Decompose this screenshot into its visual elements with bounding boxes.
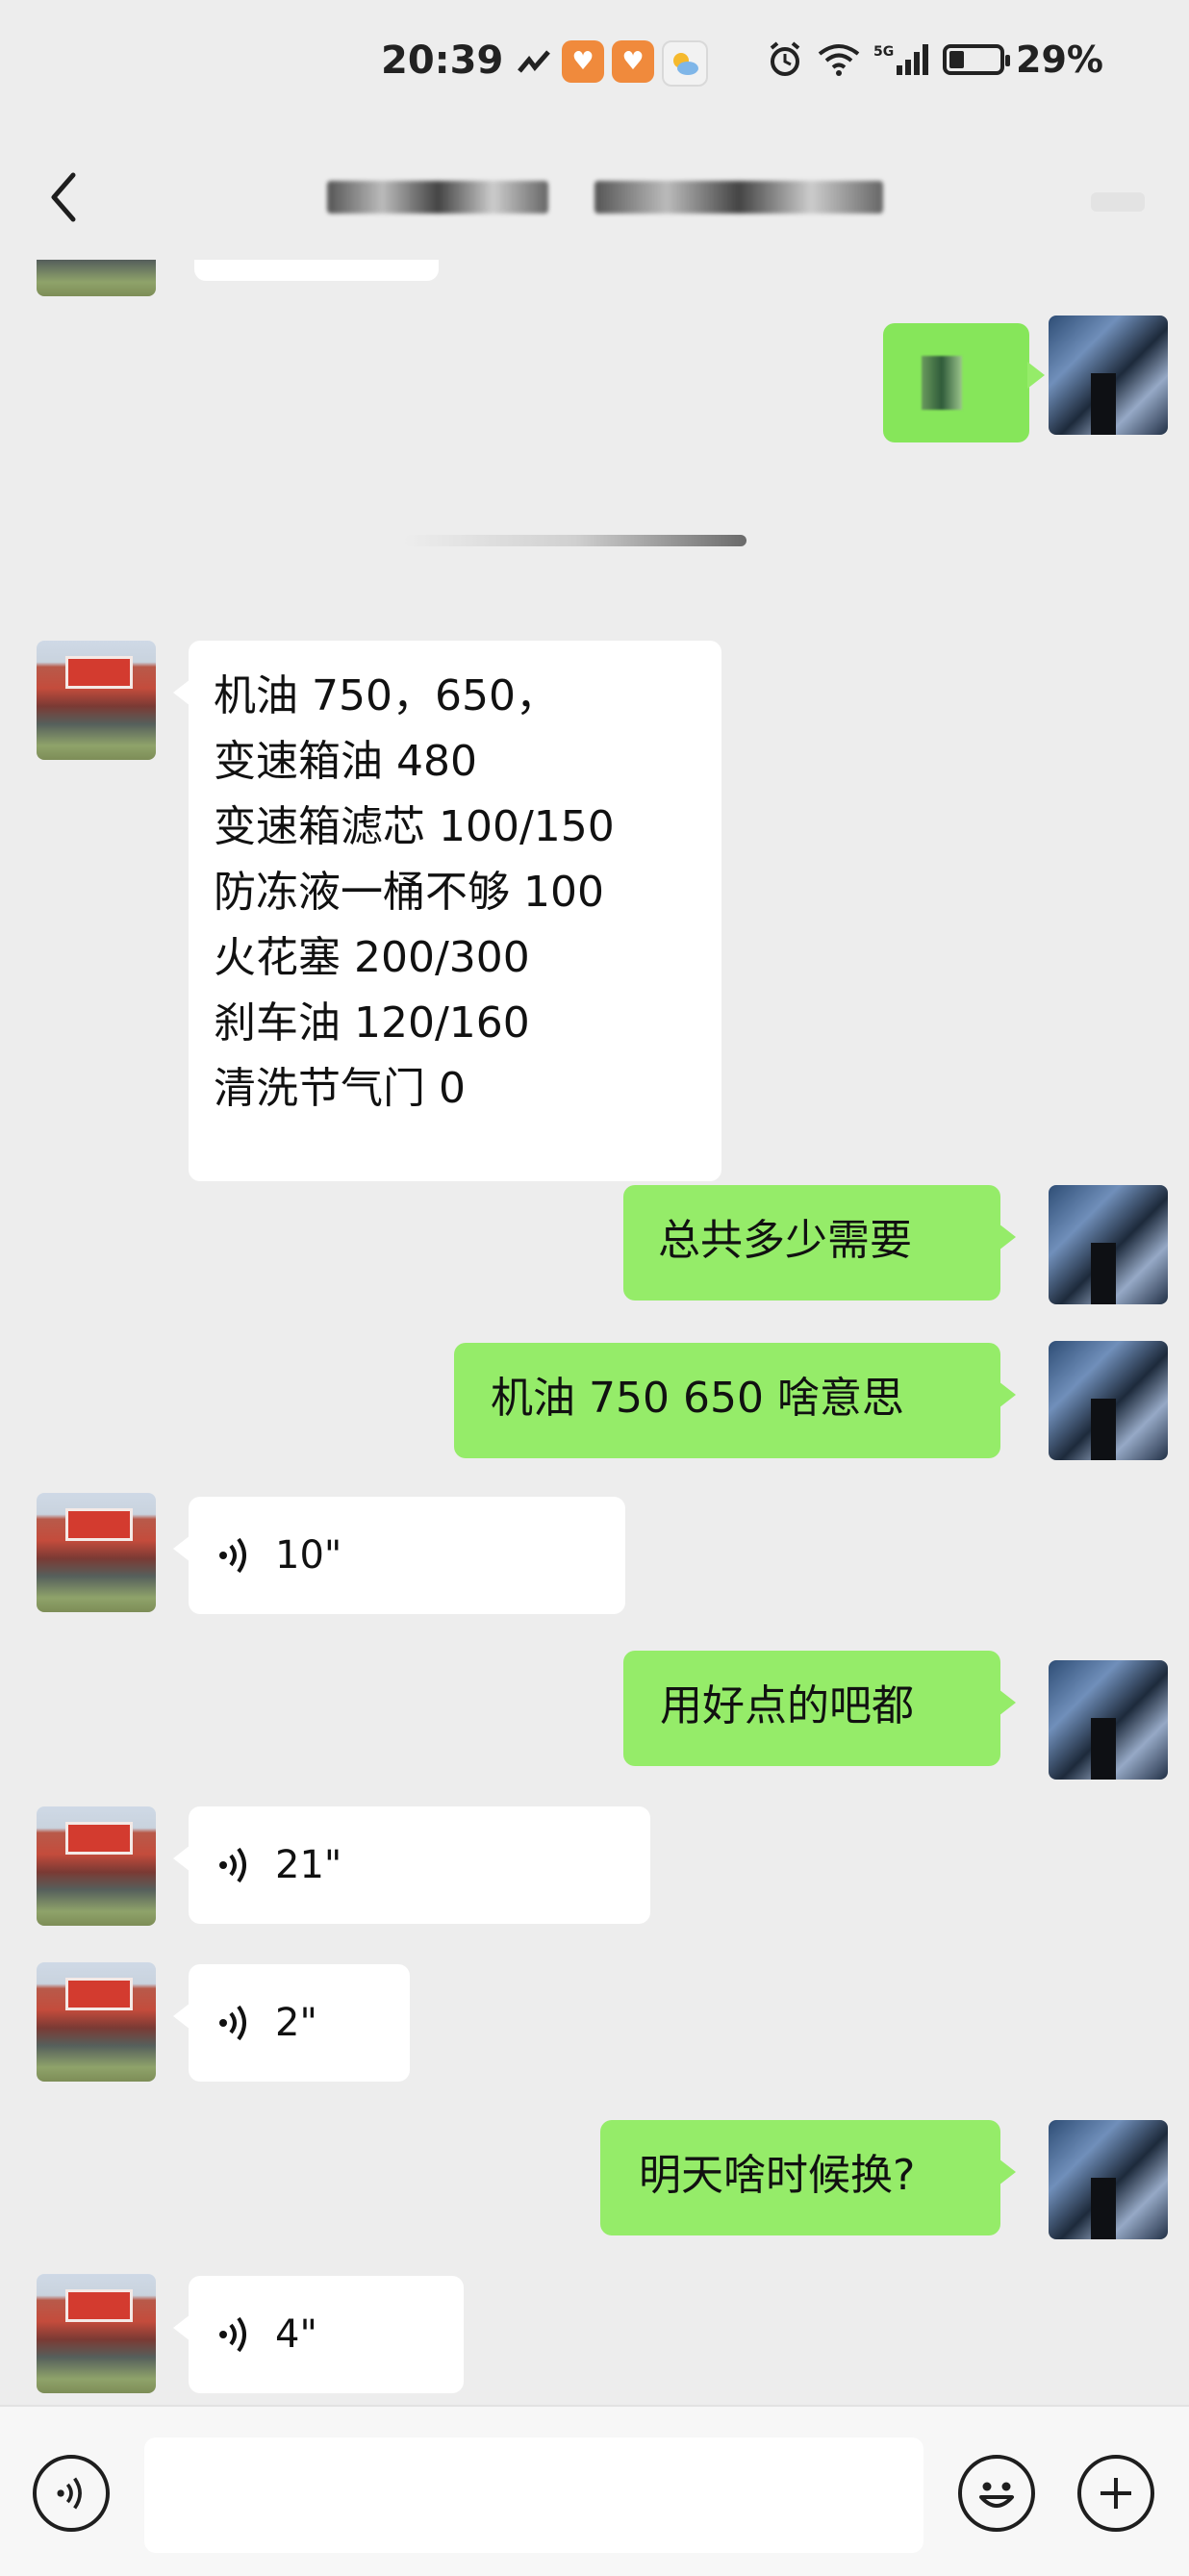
message-text: 机油 750 650 啥意思 <box>491 1374 904 1423</box>
voice-message[interactable]: 21" <box>173 1806 650 1924</box>
voice-duration: 2" <box>275 2001 317 2045</box>
voice-duration: 21" <box>275 1843 342 1887</box>
voice-message[interactable]: 10" <box>173 1497 625 1614</box>
status-bar: 20:39 ♥ ♥ 5G 29% <box>0 0 1189 135</box>
more-options-icon[interactable] <box>1091 192 1145 212</box>
message-bubble-redacted[interactable] <box>883 323 1045 442</box>
notification-icons: ♥ ♥ <box>516 40 708 87</box>
chat-title-redacted <box>327 173 885 223</box>
app-heart-icon: ♥ <box>612 40 654 83</box>
alarm-icon <box>766 40 804 79</box>
battery-percent: 29% <box>1016 38 1103 81</box>
avatar[interactable] <box>37 260 156 296</box>
avatar[interactable] <box>37 641 156 760</box>
avatar[interactable] <box>1049 1660 1168 1780</box>
chevron-left-icon[interactable] <box>37 164 94 231</box>
input-bar <box>0 2405 1189 2576</box>
message-text: 明天啥时候换? <box>639 2151 916 2200</box>
voice-message[interactable]: 2" <box>173 1964 410 2082</box>
weather-icon <box>662 40 708 87</box>
avatar[interactable] <box>37 1493 156 1612</box>
voice-icon <box>219 2005 246 2041</box>
message-bubble[interactable]: 总共多少需要 <box>623 1185 1016 1301</box>
avatar[interactable] <box>1049 2120 1168 2239</box>
voice-icon <box>57 2477 82 2510</box>
message-bubble[interactable] <box>194 260 439 281</box>
voice-icon <box>219 1847 246 1883</box>
message-text: 总共多少需要 <box>658 1216 912 1265</box>
message-bubble[interactable]: 机油 750，650， 变速箱油 480 变速箱滤芯 100/150 防冻液一桶… <box>173 641 721 1181</box>
message-bubble[interactable]: 用好点的吧都 <box>623 1651 1016 1766</box>
message-text: 用好点的吧都 <box>660 1681 914 1730</box>
chat-header <box>0 135 1189 260</box>
voice-message[interactable]: 4" <box>173 2276 464 2393</box>
more-actions-button[interactable] <box>1077 2455 1154 2532</box>
battery-icon <box>943 44 1010 75</box>
redacted-content <box>922 356 962 410</box>
voice-toggle-button[interactable] <box>33 2455 110 2532</box>
battery-level <box>949 51 964 68</box>
avatar[interactable] <box>37 1962 156 2082</box>
system-status: 5G 29% <box>766 38 1103 81</box>
avatar[interactable] <box>37 1806 156 1926</box>
voice-icon <box>219 1537 246 1574</box>
smiley-icon <box>979 2482 1014 2508</box>
voice-duration: 4" <box>275 2312 317 2357</box>
timestamp-redacted <box>404 535 746 546</box>
svg-text:5G: 5G <box>873 44 894 60</box>
chat-screen: 20:39 ♥ ♥ 5G 29% 机油 750，650， 变速箱油 480 变速… <box>0 0 1189 2576</box>
avatar[interactable] <box>1049 1185 1168 1304</box>
avatar[interactable] <box>1049 316 1168 435</box>
app-heart-icon: ♥ <box>562 40 604 83</box>
wifi-icon <box>816 40 862 79</box>
message-list[interactable]: 机油 750，650， 变速箱油 480 变速箱滤芯 100/150 防冻液一桶… <box>0 260 1189 2405</box>
message-input[interactable] <box>144 2437 923 2553</box>
plus-icon <box>1100 2478 1131 2509</box>
signal-link-icon <box>516 40 554 87</box>
avatar[interactable] <box>1049 1341 1168 1460</box>
emoji-button[interactable] <box>958 2455 1035 2532</box>
avatar[interactable] <box>37 2274 156 2393</box>
message-bubble[interactable]: 机油 750 650 啥意思 <box>454 1343 1016 1458</box>
voice-icon <box>219 2316 246 2353</box>
status-time: 20:39 <box>381 38 504 83</box>
voice-duration: 10" <box>275 1533 342 1578</box>
cellular-signal-icon: 5G <box>873 40 931 79</box>
message-text: 机油 750，650， 变速箱油 480 变速箱滤芯 100/150 防冻液一桶… <box>214 671 615 1113</box>
message-bubble[interactable]: 明天啥时候换? <box>600 2120 1016 2235</box>
